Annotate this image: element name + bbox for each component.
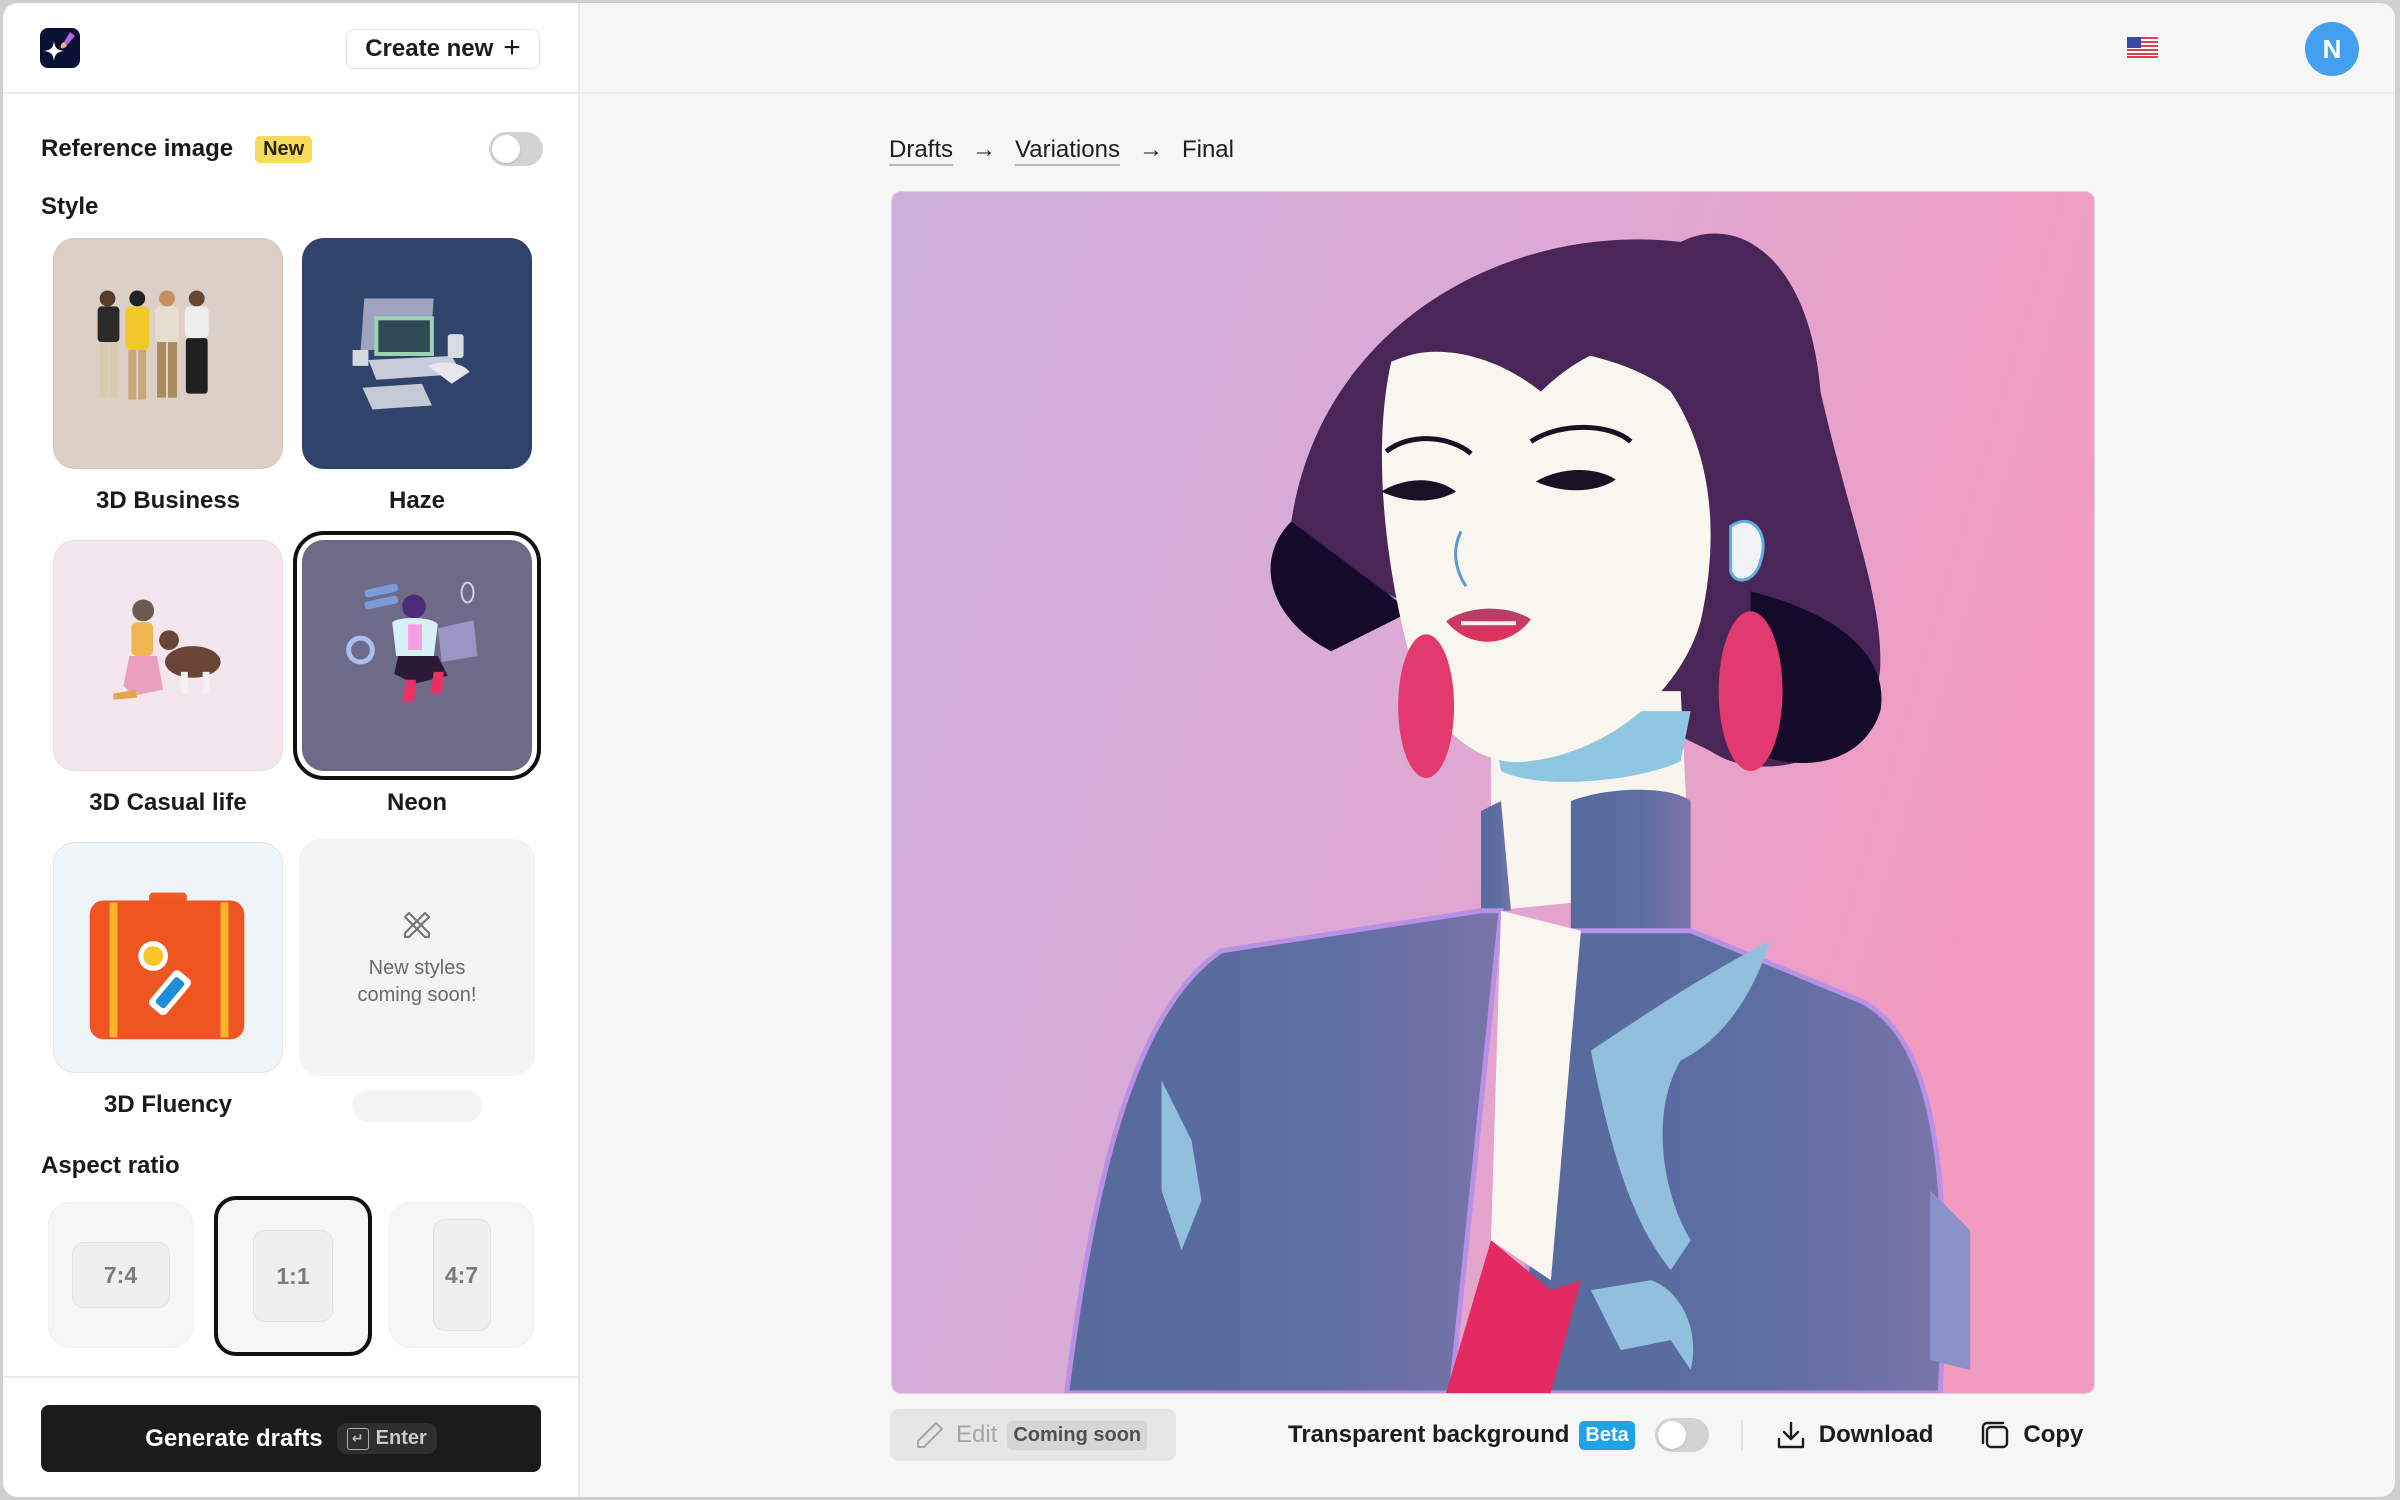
- sidebar-footer: Generate drafts ↵ Enter: [3, 1376, 578, 1497]
- aspect-ratio-7-4[interactable]: 7:4: [48, 1202, 193, 1348]
- people-illustration-icon: [97, 290, 209, 400]
- ratio-label: 7:4: [71, 1242, 170, 1308]
- sidebar: Create new + Reference image New Style 3…: [3, 3, 580, 1497]
- generate-drafts-button[interactable]: Generate drafts ↵ Enter: [41, 1405, 541, 1472]
- breadcrumb-final: Final: [1181, 136, 1234, 163]
- coming-soon-line1: New styles: [368, 956, 466, 979]
- style-coming-soon: New styles coming soon!: [299, 839, 535, 1122]
- artwork-toolbar: Edit Coming soon Transparent background …: [890, 1409, 2100, 1461]
- style-thumbnail: [53, 540, 283, 771]
- aspect-ratio-1-1[interactable]: 1:1: [214, 1196, 372, 1356]
- us-flag-icon[interactable]: [2127, 37, 2158, 58]
- style-option-haze[interactable]: Haze: [302, 238, 532, 517]
- transparent-background-toggle[interactable]: [1654, 1418, 1709, 1452]
- shortcut-label: Enter: [375, 1427, 427, 1449]
- arrow-right-icon: →: [1138, 136, 1163, 163]
- coming-soon-tile: New styles coming soon!: [299, 839, 535, 1076]
- beta-badge: Beta: [1579, 1420, 1635, 1450]
- coming-soon-line2: coming soon!: [357, 983, 477, 1006]
- neon-woman-illustration-icon: [346, 581, 478, 702]
- label-placeholder: [352, 1090, 482, 1122]
- portrait-illustration: [892, 192, 2094, 1393]
- toolbar-actions: Transparent background Beta Download Cop…: [1288, 1409, 2083, 1461]
- aspect-ratio-4-7[interactable]: 4:7: [389, 1202, 534, 1348]
- app-logo[interactable]: [40, 28, 80, 68]
- pencil-icon: [917, 1422, 943, 1448]
- copy-icon: [1982, 1421, 2009, 1449]
- arrow-right-icon: →: [972, 136, 997, 163]
- toolbar-divider: [1740, 1420, 1743, 1450]
- breadcrumb: Drafts → Variations → Final: [889, 136, 1234, 164]
- download-label: Download: [1818, 1421, 1934, 1448]
- reference-image-label: Reference image: [41, 135, 234, 162]
- style-label: Haze: [388, 487, 446, 514]
- create-new-button[interactable]: Create new +: [346, 29, 540, 69]
- copy-button[interactable]: Copy: [1979, 1419, 2083, 1451]
- app-window: Create new + Reference image New Style 3…: [2, 2, 2396, 1498]
- copy-label: Copy: [2023, 1421, 2084, 1448]
- style-option-3d-fluency[interactable]: 3D Fluency: [53, 842, 283, 1121]
- reference-image-toggle[interactable]: [489, 132, 543, 166]
- reference-image-row: Reference image New: [41, 129, 543, 169]
- download-icon: [1777, 1421, 1804, 1449]
- aspect-ratio-title: Aspect ratio: [41, 1152, 180, 1179]
- style-thumbnail: [53, 842, 283, 1073]
- enter-key-icon: ↵: [346, 1427, 369, 1450]
- generated-artwork: [891, 191, 2095, 1394]
- plus-icon: +: [503, 30, 521, 64]
- enter-shortcut: ↵ Enter: [336, 1423, 437, 1454]
- download-button[interactable]: Download: [1775, 1419, 1934, 1451]
- style-label: 3D Fluency: [103, 1091, 233, 1118]
- edit-label: Edit: [956, 1421, 998, 1448]
- sparkle-brush-icon: [44, 32, 75, 61]
- ratio-label: 1:1: [253, 1230, 333, 1322]
- suitcase-illustration-icon: [89, 892, 245, 1040]
- pencil-ruler-icon: [403, 911, 431, 938]
- style-option-3d-casual-life[interactable]: 3D Casual life: [53, 540, 283, 819]
- breadcrumb-variations[interactable]: Variations: [1015, 136, 1120, 164]
- style-section-title: Style: [41, 193, 99, 220]
- user-avatar[interactable]: N: [2305, 22, 2359, 76]
- sidebar-header: Create new +: [3, 3, 578, 94]
- edit-button[interactable]: Edit Coming soon: [890, 1409, 1176, 1461]
- style-thumbnail: [293, 531, 541, 780]
- main-header: N: [582, 3, 2395, 94]
- new-badge: New: [255, 135, 313, 163]
- style-thumbnail: [302, 238, 532, 469]
- breadcrumb-drafts[interactable]: Drafts: [889, 136, 953, 164]
- computer-desk-illustration-icon: [352, 298, 470, 410]
- style-label: Neon: [387, 789, 447, 816]
- transparent-background-label: Transparent background: [1288, 1421, 1570, 1448]
- style-label: 3D Casual life: [89, 789, 247, 816]
- generate-drafts-label: Generate drafts: [145, 1424, 323, 1452]
- create-new-label: Create new: [365, 35, 494, 62]
- style-option-3d-business[interactable]: 3D Business: [53, 238, 283, 517]
- style-label: 3D Business: [95, 487, 241, 514]
- style-thumbnail: [53, 238, 283, 469]
- coming-soon-badge: Coming soon: [1007, 1420, 1148, 1450]
- ratio-label: 4:7: [432, 1219, 491, 1331]
- style-option-neon[interactable]: Neon: [293, 531, 541, 819]
- woman-dog-illustration-icon: [113, 599, 221, 700]
